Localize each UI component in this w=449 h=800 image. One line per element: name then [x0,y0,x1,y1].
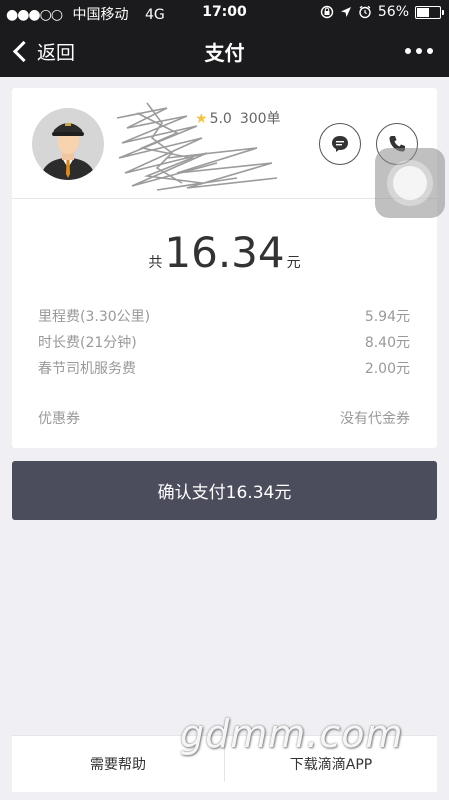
total-unit: 元 [286,255,301,271]
fee-label: 里程费(3.30公里) [38,309,151,325]
battery-icon [415,5,444,19]
driver-avatar-icon [32,108,104,180]
driver-info: ★ 5.0 300单 [12,88,437,199]
rating-value: 5.0 [209,111,232,127]
fee-label: 时长费(21分钟) [38,335,137,351]
fee-value: 2.00元 [364,361,410,377]
more-dot-icon [416,48,422,54]
driver-rating: ★ 5.0 300单 [195,108,281,128]
more-dot-icon [405,48,411,54]
driver-avatar [32,108,104,180]
coupon-value: 没有代金券 [340,411,410,427]
fee-row-mileage: 里程费(3.30公里) 5.94元 [38,306,410,326]
assistive-touch-button[interactable] [375,148,445,218]
star-icon: ★ [195,111,208,127]
fee-label: 春节司机服务费 [38,361,136,377]
coupon-row[interactable]: 优惠券 没有代金券 [38,408,410,428]
status-bar: ●●●○○ 中国移动 4G 17:00 56% [0,0,449,26]
watermark-text: gdmm.com [180,712,404,756]
fare-total: 共16.34 元 [12,228,437,277]
battery-percent: 56% [377,4,409,20]
fee-value: 8.40元 [364,335,410,351]
fee-row-holiday: 春节司机服务费 2.00元 [38,358,410,378]
more-dot-icon [427,48,433,54]
payment-card: ★ 5.0 300单 共16.34 元 里程费(3.30公里) 5.94元 时长费(2… [12,88,437,448]
top-bar: ●●●○○ 中国移动 4G 17:00 56% 返回 支付 [0,0,449,77]
total-prefix: 共 [148,255,163,271]
location-arrow-icon [340,7,351,17]
total-amount: 16.34 [164,228,285,277]
order-count: 300单 [239,111,281,127]
rotation-lock-icon [320,5,334,19]
coupon-label: 优惠券 [38,411,80,427]
page-title: 支付 [204,41,245,65]
confirm-pay-button[interactable]: 确认支付16.34元 [12,461,437,520]
message-driver-button[interactable] [319,123,361,165]
more-options-button[interactable] [405,48,433,54]
nav-bar: 返回 支付 [0,26,449,77]
fee-value: 5.94元 [364,309,410,325]
alarm-icon [359,5,371,19]
fee-row-duration: 时长费(21分钟) 8.40元 [38,332,410,352]
chat-bubble-icon [332,136,348,152]
assistive-touch-icon [387,160,433,206]
status-right: 56% [320,4,444,20]
